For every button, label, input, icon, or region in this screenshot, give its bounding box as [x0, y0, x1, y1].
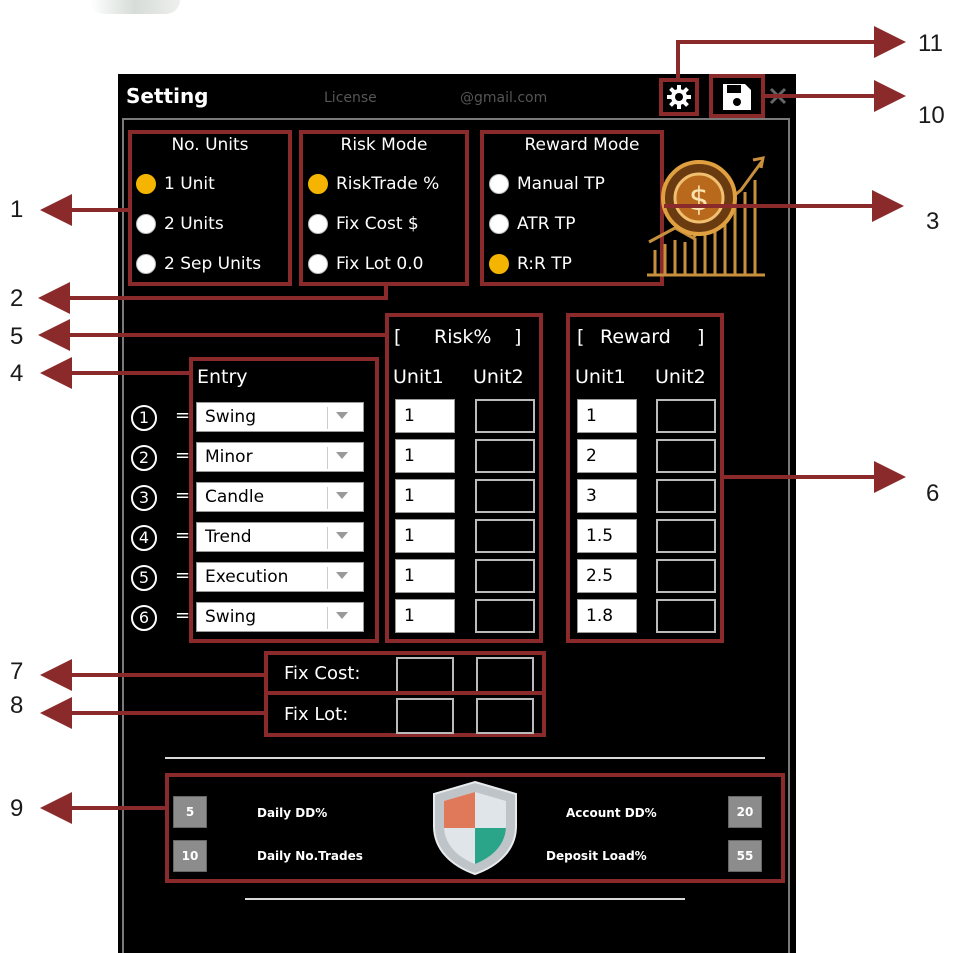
callout-10: 10: [918, 102, 945, 129]
callout-5: 5: [10, 323, 24, 350]
callout-7: 7: [10, 658, 24, 685]
callout-9: 9: [10, 795, 24, 822]
callout-8: 8: [10, 692, 24, 719]
callout-11: 11: [918, 30, 943, 57]
callout-2: 2: [10, 285, 24, 312]
callout-4: 4: [10, 360, 24, 387]
callout-6: 6: [926, 480, 940, 507]
callout-arrows: [38, 26, 906, 824]
callout-3: 3: [926, 208, 940, 235]
callout-1: 1: [10, 196, 24, 223]
